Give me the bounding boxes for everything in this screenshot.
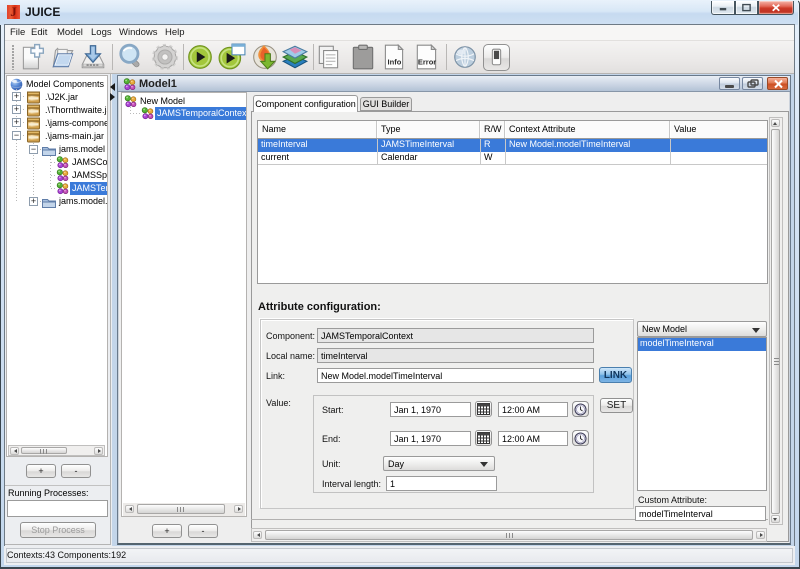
svg-text:Info: Info bbox=[388, 58, 402, 67]
svg-text:Error: Error bbox=[418, 58, 436, 67]
